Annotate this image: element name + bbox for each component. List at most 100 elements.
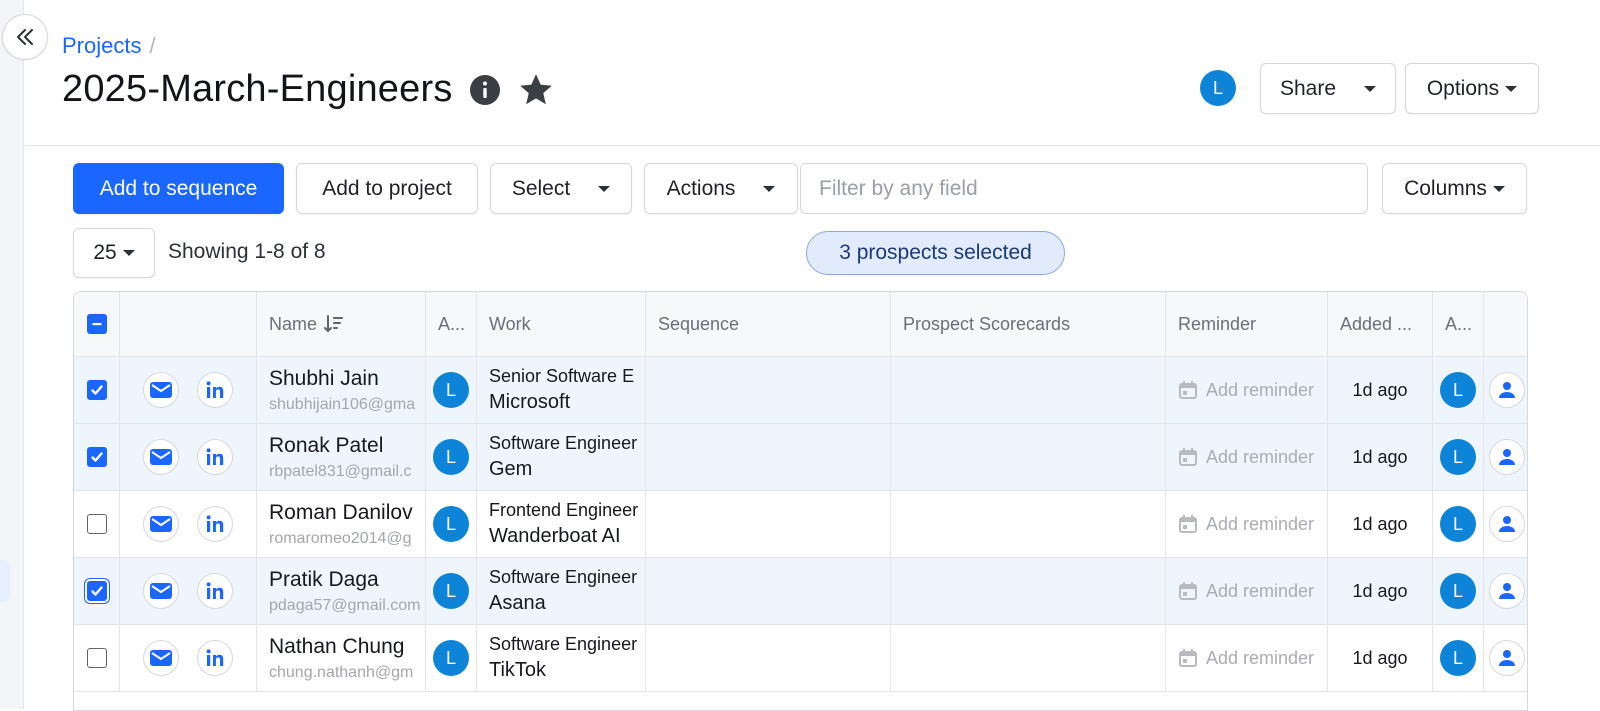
owner-avatar[interactable]: L [1440, 372, 1476, 408]
column-header-work[interactable]: Work [477, 292, 646, 356]
prospect-name: Ronak Patel [269, 433, 384, 457]
assignee-avatar[interactable]: L [433, 573, 469, 609]
prospect-name-cell[interactable]: Nathan Chung chung.nathanh@gm [257, 625, 426, 691]
add-to-sequence-button[interactable]: Add to sequence [73, 163, 284, 214]
add-reminder-button[interactable]: Add reminder [1178, 380, 1314, 401]
reminder-label: Add reminder [1206, 580, 1315, 601]
select-dropdown-button[interactable]: Select [490, 163, 632, 214]
table-header-row: Name A... Work Sequence Prospect Scoreca… [74, 292, 1527, 357]
assignee-avatar[interactable]: L [433, 640, 469, 676]
owner-cell: L [1433, 491, 1484, 557]
email-icon[interactable] [143, 573, 179, 609]
table-row[interactable]: Pratik Daga pdaga57@gmail.com L Software … [74, 558, 1527, 625]
linkedin-icon[interactable] [197, 439, 233, 475]
company-name: Microsoft [489, 391, 571, 414]
actions-dropdown-button[interactable]: Actions [644, 163, 798, 214]
row-links-cell [120, 357, 257, 423]
add-reminder-button[interactable]: Add reminder [1178, 514, 1314, 535]
chevron-down-icon [1364, 85, 1377, 92]
assignee-avatar[interactable]: L [433, 439, 469, 475]
assignee-cell: L [426, 625, 477, 691]
prospect-email: romaromeo2014@g [269, 530, 412, 547]
row-checkbox[interactable] [86, 514, 107, 534]
columns-dropdown-button[interactable]: Columns [1382, 163, 1527, 214]
table-row[interactable]: Nathan Chung chung.nathanh@gm L Software … [74, 625, 1527, 692]
options-button[interactable]: Options [1405, 63, 1539, 114]
row-checkbox[interactable] [86, 447, 107, 467]
owner-cell: L [1433, 357, 1484, 423]
owner-avatar[interactable]: L [1440, 439, 1476, 475]
column-header-scorecards[interactable]: Prospect Scorecards [891, 292, 1166, 356]
reminder-label: Add reminder [1206, 446, 1315, 467]
filter-input[interactable] [800, 163, 1368, 214]
column-header-sequence[interactable]: Sequence [646, 292, 891, 356]
work-title: Frontend Engineer [489, 499, 639, 520]
linkedin-icon[interactable] [197, 506, 233, 542]
column-header-added[interactable]: Added ... [1328, 292, 1433, 356]
breadcrumb-projects-link[interactable]: Projects [62, 33, 141, 59]
row-checkbox[interactable] [86, 648, 107, 668]
person-icon[interactable] [1488, 372, 1525, 408]
reminder-label: Add reminder [1206, 513, 1315, 534]
chevron-down-icon [598, 185, 611, 192]
title-row: 2025-March-Engineers [62, 68, 555, 111]
row-checkbox[interactable] [86, 380, 107, 400]
email-icon[interactable] [143, 506, 179, 542]
add-reminder-button[interactable]: Add reminder [1178, 447, 1314, 468]
prospect-email: chung.nathanh@gm [269, 664, 414, 681]
row-checkbox[interactable] [86, 581, 107, 601]
row-select-cell [74, 558, 120, 624]
column-header-reminder[interactable]: Reminder [1166, 292, 1328, 356]
add-reminder-button[interactable]: Add reminder [1178, 648, 1314, 669]
share-label: Share [1279, 76, 1337, 100]
share-button[interactable]: Share [1260, 63, 1396, 114]
email-icon[interactable] [143, 439, 179, 475]
prospect-name-cell[interactable]: Pratik Daga pdaga57@gmail.com [257, 558, 426, 624]
reminder-cell: Add reminder [1166, 625, 1328, 691]
prospect-name-cell[interactable]: Shubhi Jain shubhijain106@gma [257, 357, 426, 423]
row-links-cell [120, 424, 257, 490]
calendar-icon [1179, 448, 1197, 466]
column-header-assignee[interactable]: A... [426, 292, 477, 356]
select-all-checkbox[interactable] [86, 314, 107, 334]
row-select-cell [74, 424, 120, 490]
assignee-avatar[interactable]: L [433, 506, 469, 542]
info-icon[interactable] [469, 74, 501, 106]
scorecards-cell [891, 424, 1166, 490]
email-icon[interactable] [143, 640, 179, 676]
select-label: Select [511, 176, 571, 200]
breadcrumb-separator: / [149, 33, 156, 58]
selection-count-badge[interactable]: 3 prospects selected [806, 231, 1065, 275]
linkedin-icon[interactable] [197, 372, 233, 408]
table-row[interactable]: Roman Danilov romaromeo2014@g L Frontend … [74, 491, 1527, 558]
person-icon[interactable] [1488, 439, 1525, 475]
star-icon[interactable] [517, 71, 555, 109]
user-avatar[interactable]: L [1200, 70, 1236, 106]
person-icon[interactable] [1488, 573, 1525, 609]
chevron-down-icon [1492, 185, 1505, 192]
scorecards-cell [891, 491, 1166, 557]
profile-cell [1484, 558, 1527, 624]
prospect-name-cell[interactable]: Roman Danilov romaromeo2014@g [257, 491, 426, 557]
table-row[interactable]: Shubhi Jain shubhijain106@gma L Senior So… [74, 357, 1527, 424]
column-header-owner[interactable]: A... [1433, 292, 1484, 356]
person-icon[interactable] [1488, 640, 1525, 676]
person-icon[interactable] [1488, 506, 1525, 542]
row-links-cell [120, 558, 257, 624]
scorecards-cell [891, 357, 1166, 423]
page-size-dropdown[interactable]: 25 [73, 228, 155, 278]
owner-avatar[interactable]: L [1440, 506, 1476, 542]
owner-avatar[interactable]: L [1440, 573, 1476, 609]
add-to-project-button[interactable]: Add to project [296, 163, 478, 214]
prospect-name-cell[interactable]: Ronak Patel rbpatel831@gmail.c [257, 424, 426, 490]
add-reminder-button[interactable]: Add reminder [1178, 581, 1314, 602]
email-icon[interactable] [143, 372, 179, 408]
assignee-avatar[interactable]: L [433, 372, 469, 408]
actions-label: Actions [666, 176, 736, 200]
linkedin-icon[interactable] [197, 573, 233, 609]
column-header-name[interactable]: Name [257, 292, 426, 356]
linkedin-icon[interactable] [197, 640, 233, 676]
work-cell: Software Engineer Asana [477, 558, 646, 624]
owner-avatar[interactable]: L [1440, 640, 1476, 676]
table-row[interactable]: Ronak Patel rbpatel831@gmail.c L Software… [74, 424, 1527, 491]
